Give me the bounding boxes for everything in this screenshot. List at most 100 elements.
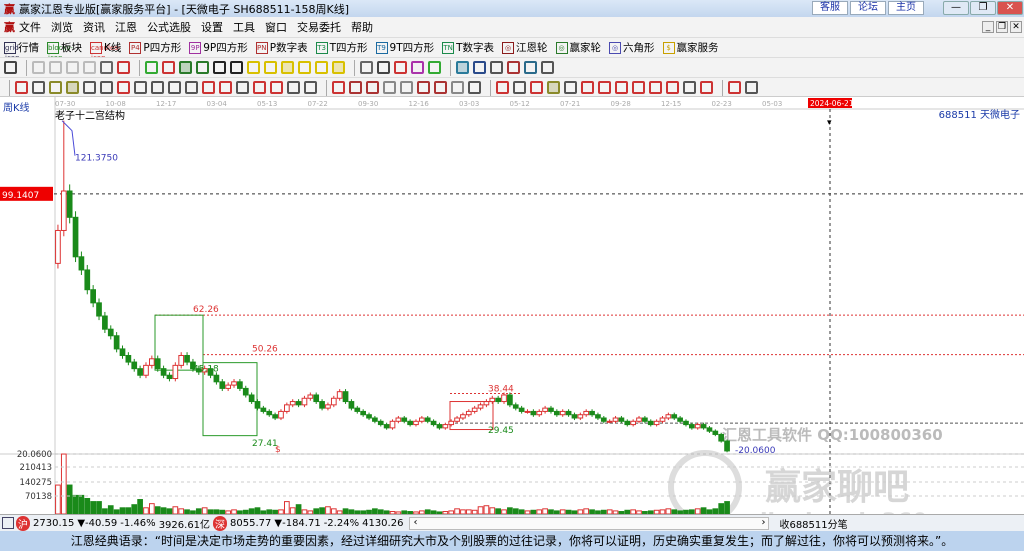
link-forum[interactable]: 论坛 — [850, 1, 886, 15]
toolbar-button-2[interactable]: candles-iconK线 — [90, 40, 121, 62]
tb2-tool-21-icon[interactable] — [394, 61, 407, 74]
tb3-tool-12-icon[interactable] — [219, 81, 232, 94]
tb3-tool-41-icon[interactable] — [745, 81, 758, 94]
tb2-tool-13-icon[interactable] — [247, 61, 260, 74]
tb3-tool-11-icon[interactable] — [202, 81, 215, 94]
tb2-tool-5-icon[interactable] — [100, 61, 113, 74]
tb3-tool-35-icon[interactable] — [632, 81, 645, 94]
tick-detail[interactable]: 收688511分笔 — [779, 516, 847, 531]
tb3-tool-38-icon[interactable] — [683, 81, 696, 94]
tb3-tool-19-icon[interactable] — [349, 81, 362, 94]
tb2-tool-7-icon[interactable] — [145, 61, 158, 74]
tb3-tool-4-icon[interactable] — [83, 81, 96, 94]
tb3-tool-25-icon[interactable] — [451, 81, 464, 94]
minimize-button[interactable]: — — [943, 1, 969, 15]
horizontal-scrollbar[interactable]: ‹ › — [409, 516, 770, 530]
tb3-tool-3-icon[interactable] — [66, 81, 79, 94]
toolbar-button-6[interactable]: T3 T四方形 — [315, 40, 368, 55]
sh-badge[interactable]: 沪 — [16, 515, 30, 531]
toolbar-button-8[interactable]: TN T数字表 — [442, 40, 494, 55]
toolbar-button-0[interactable]: grid-icon行情 — [4, 40, 39, 62]
tb2-tool-2-icon[interactable] — [49, 61, 62, 74]
mdi-restore-button[interactable]: ❐ — [996, 21, 1008, 33]
menu-gann[interactable]: 江恩 — [115, 19, 137, 35]
tb3-tool-24-icon[interactable] — [434, 81, 447, 94]
tb3-tool-32-icon[interactable] — [581, 81, 594, 94]
toolbar-button-1[interactable]: blocks-icon板块 — [47, 40, 82, 62]
menu-trade[interactable]: 交易委托 — [297, 19, 341, 35]
tb3-tool-0-icon[interactable] — [15, 81, 28, 94]
menu-file[interactable]: 文件 — [19, 19, 41, 35]
tb2-tool-14-icon[interactable] — [264, 61, 277, 74]
tb2-tool-9-icon[interactable] — [179, 61, 192, 74]
toolbar-button-3[interactable]: P4 P四方形 — [129, 40, 181, 55]
toolbar-button-10[interactable]: ◎ 赢家轮 — [555, 40, 601, 55]
tb2-tool-27-icon[interactable] — [507, 61, 520, 74]
tb3-tool-14-icon[interactable] — [253, 81, 266, 94]
tb2-tool-18-icon[interactable] — [332, 61, 345, 74]
tb2-tool-6-icon[interactable] — [117, 61, 130, 74]
tb2-tool-10-icon[interactable] — [196, 61, 209, 74]
kline-chart[interactable]: 汇恩工具软件 QQ:100800360赢家聊吧liaoba.vip36007-3… — [0, 96, 1024, 535]
scroll-right-icon[interactable]: › — [761, 517, 765, 528]
tb2-tool-22-icon[interactable] — [411, 61, 424, 74]
tb3-tool-31-icon[interactable] — [564, 81, 577, 94]
menu-tools[interactable]: 工具 — [233, 19, 255, 35]
tb3-tool-6-icon[interactable] — [117, 81, 130, 94]
tb2-tool-23-icon[interactable] — [428, 61, 441, 74]
tb3-tool-9-icon[interactable] — [168, 81, 181, 94]
toolbar-button-4[interactable]: 9P 9P四方形 — [189, 40, 248, 55]
tb2-tool-24-icon[interactable] — [456, 61, 469, 74]
menu-browse[interactable]: 浏览 — [51, 19, 73, 35]
tb2-tool-25-icon[interactable] — [473, 61, 486, 74]
link-home[interactable]: 主页 — [888, 1, 924, 15]
tb2-tool-28-icon[interactable] — [524, 61, 537, 74]
tb3-tool-27-icon[interactable] — [496, 81, 509, 94]
tb3-tool-36-icon[interactable] — [649, 81, 662, 94]
menu-news[interactable]: 资讯 — [83, 19, 105, 35]
tb3-tool-28-icon[interactable] — [513, 81, 526, 94]
tb2-tool-3-icon[interactable] — [66, 61, 79, 74]
tb3-tool-30-icon[interactable] — [547, 81, 560, 94]
tb3-tool-23-icon[interactable] — [417, 81, 430, 94]
toolbar-button-7[interactable]: T9 9T四方形 — [375, 40, 434, 55]
tb2-tool-12-icon[interactable] — [230, 61, 243, 74]
tb2-tool-20-icon[interactable] — [377, 61, 390, 74]
tb3-tool-34-icon[interactable] — [615, 81, 628, 94]
tb2-tool-4-icon[interactable] — [83, 61, 96, 74]
toolbar-button-11[interactable]: ◎ 六角形 — [609, 40, 655, 55]
tb3-tool-7-icon[interactable] — [134, 81, 147, 94]
toolbar-button-9[interactable]: ◎ 江恩轮 — [502, 40, 548, 55]
tb3-tool-16-icon[interactable] — [287, 81, 300, 94]
tb2-tool-19-icon[interactable] — [360, 61, 373, 74]
tb3-tool-26-icon[interactable] — [468, 81, 481, 94]
tb3-tool-39-icon[interactable] — [700, 81, 713, 94]
tb2-tool-11-icon[interactable] — [213, 61, 226, 74]
toolbar-button-5[interactable]: PN P数字表 — [255, 40, 308, 55]
chart-canvas[interactable]: 汇恩工具软件 QQ:100800360赢家聊吧liaoba.vip36007-3… — [0, 97, 1024, 535]
close-button[interactable]: ✕ — [997, 1, 1023, 15]
scroll-left-icon[interactable]: ‹ — [413, 517, 417, 528]
menu-help[interactable]: 帮助 — [351, 19, 373, 35]
mdi-minimize-button[interactable]: _ — [982, 21, 994, 33]
tb3-tool-10-icon[interactable] — [185, 81, 198, 94]
tb2-tool-17-icon[interactable] — [315, 61, 328, 74]
tb3-tool-22-icon[interactable] — [400, 81, 413, 94]
tb3-tool-37-icon[interactable] — [666, 81, 679, 94]
tb3-tool-21-icon[interactable] — [383, 81, 396, 94]
menu-window[interactable]: 窗口 — [265, 19, 287, 35]
sz-badge[interactable]: 深 — [213, 515, 228, 531]
tb2-tool-1-icon[interactable] — [32, 61, 45, 74]
tb2-tool-8-icon[interactable] — [162, 61, 175, 74]
tb3-tool-17-icon[interactable] — [304, 81, 317, 94]
tb3-tool-15-icon[interactable] — [270, 81, 283, 94]
tb3-tool-2-icon[interactable] — [49, 81, 62, 94]
tb3-tool-40-icon[interactable] — [728, 81, 741, 94]
tb3-tool-1-icon[interactable] — [32, 81, 45, 94]
tb3-tool-33-icon[interactable] — [598, 81, 611, 94]
menu-settings[interactable]: 设置 — [201, 19, 223, 35]
menu-formula[interactable]: 公式选股 — [147, 19, 191, 35]
tb3-tool-18-icon[interactable] — [332, 81, 345, 94]
restore-button[interactable]: ❐ — [970, 1, 996, 15]
tb2-tool-16-icon[interactable] — [298, 61, 311, 74]
